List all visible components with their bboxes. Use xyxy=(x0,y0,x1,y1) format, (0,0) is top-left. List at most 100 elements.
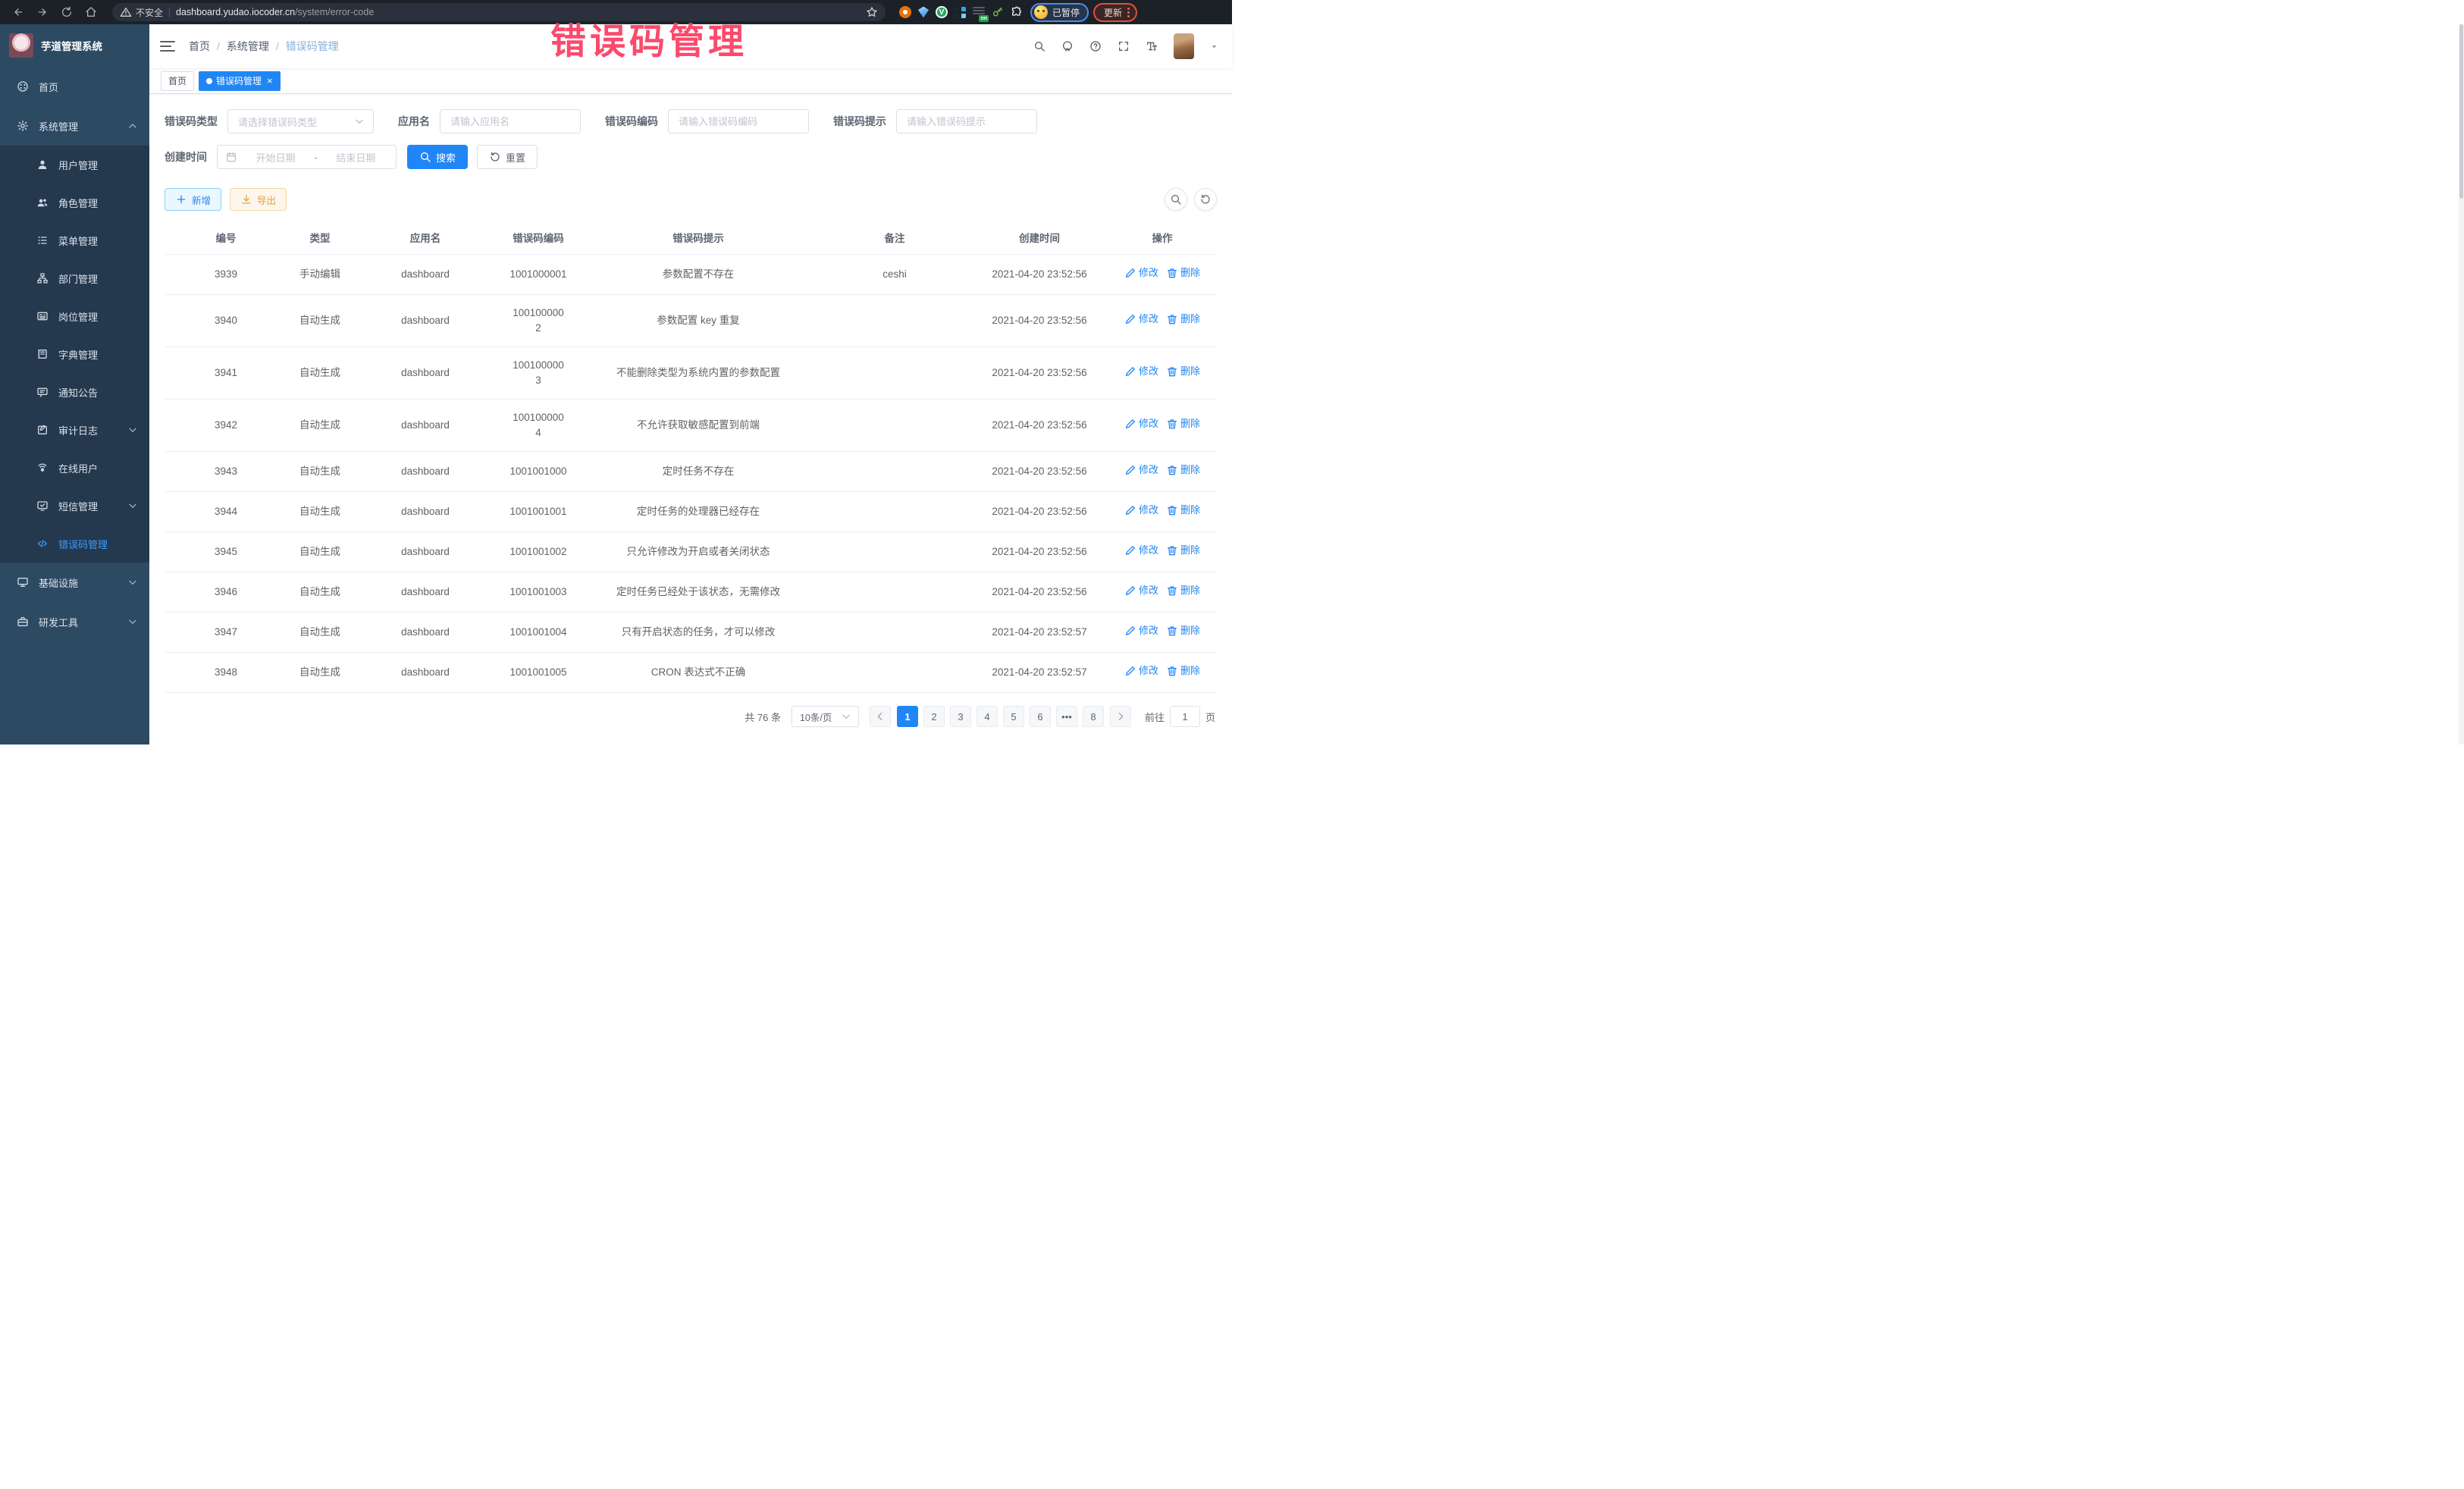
extension-list-icon[interactable]: on xyxy=(973,7,985,17)
page-button-3[interactable]: 3 xyxy=(950,706,971,727)
sidebar-item-12[interactable]: 错误码管理 xyxy=(0,525,149,563)
edit-link[interactable]: 修改 xyxy=(1124,663,1158,679)
next-page-button[interactable] xyxy=(1110,706,1131,727)
sidebar-item-7[interactable]: 字典管理 xyxy=(0,335,149,373)
delete-link[interactable]: 删除 xyxy=(1166,623,1200,638)
delete-link[interactable]: 删除 xyxy=(1166,543,1200,558)
prev-page-button[interactable] xyxy=(870,706,891,727)
sidebar-item-8[interactable]: 通知公告 xyxy=(0,373,149,411)
show-search-button[interactable] xyxy=(1165,188,1187,211)
date-range-picker[interactable]: 开始日期 - 结束日期 xyxy=(217,145,397,169)
back-icon[interactable] xyxy=(12,6,24,18)
delete-link[interactable]: 删除 xyxy=(1166,663,1200,679)
address-bar[interactable]: 不安全 dashboard.yudao.iocoder.cn/system/er… xyxy=(112,3,886,21)
sidebar-item-label: 基础设施 xyxy=(39,575,116,590)
page-button-8[interactable]: 8 xyxy=(1083,706,1104,727)
cell-id: 3947 xyxy=(165,613,287,653)
edit-link[interactable]: 修改 xyxy=(1124,623,1158,638)
end-date-placeholder: 结束日期 xyxy=(324,150,388,165)
user-menu-caret-icon[interactable] xyxy=(1210,42,1218,51)
browser-update-button[interactable]: 更新 xyxy=(1093,3,1137,22)
extension-v-icon[interactable]: V xyxy=(936,6,948,18)
page-scrollbar[interactable] xyxy=(2459,24,2464,744)
scrollbar-thumb[interactable] xyxy=(2459,24,2463,199)
home-icon[interactable] xyxy=(85,6,97,18)
sidebar-item-3[interactable]: 角色管理 xyxy=(0,183,149,221)
sidebar-item-6[interactable]: 岗位管理 xyxy=(0,297,149,335)
forward-icon[interactable] xyxy=(36,6,49,18)
font-size-icon[interactable] xyxy=(1146,40,1158,52)
search-icon[interactable] xyxy=(1033,40,1045,52)
extension-key-icon[interactable] xyxy=(992,6,1004,18)
tab-error-code[interactable]: 错误码管理 × xyxy=(199,71,281,91)
delete-link[interactable]: 删除 xyxy=(1166,583,1200,598)
filter-row-2: 创建时间 开始日期 - 结束日期 搜索 重置 xyxy=(165,145,1217,169)
breadcrumb-home[interactable]: 首页 xyxy=(189,39,210,54)
reset-button[interactable]: 重置 xyxy=(477,145,538,169)
extension-grid-icon[interactable] xyxy=(955,7,966,18)
sidebar-item-4[interactable]: 菜单管理 xyxy=(0,221,149,259)
edit-link[interactable]: 修改 xyxy=(1124,312,1158,327)
app-name-input[interactable] xyxy=(440,109,581,133)
delete-link[interactable]: 删除 xyxy=(1166,364,1200,379)
page-button-6[interactable]: 6 xyxy=(1030,706,1051,727)
sidebar-item-10[interactable]: 在线用户 xyxy=(0,449,149,487)
delete-link[interactable]: 删除 xyxy=(1166,503,1200,518)
cell-code: 1001001000 xyxy=(498,452,578,492)
profile-paused-badge[interactable]: 已暂停 xyxy=(1030,3,1089,22)
sidebar-item-11[interactable]: 短信管理 xyxy=(0,487,149,525)
sidebar-item-9[interactable]: 审计日志 xyxy=(0,411,149,449)
edit-link[interactable]: 修改 xyxy=(1124,364,1158,379)
sidebar-toggle-icon[interactable] xyxy=(160,38,175,55)
extension-gem-icon[interactable] xyxy=(918,7,929,18)
page-button-4[interactable]: 4 xyxy=(977,706,998,727)
search-button[interactable]: 搜索 xyxy=(407,145,468,169)
close-tab-icon[interactable]: × xyxy=(267,76,273,86)
page-button-2[interactable]: 2 xyxy=(923,706,945,727)
edit-link[interactable]: 修改 xyxy=(1124,462,1158,478)
github-icon[interactable] xyxy=(1061,40,1074,52)
app-logo[interactable]: 芋道管理系统 xyxy=(0,24,149,67)
sidebar-item-5[interactable]: 部门管理 xyxy=(0,259,149,297)
error-code-input[interactable] xyxy=(668,109,809,133)
error-code-type-select[interactable]: 请选择错误码类型 xyxy=(227,109,374,133)
cell-id: 3939 xyxy=(165,255,287,295)
goto-page-input[interactable] xyxy=(1170,706,1200,727)
refresh-table-button[interactable] xyxy=(1194,188,1217,211)
fullscreen-icon[interactable] xyxy=(1118,40,1130,52)
export-button[interactable]: 导出 xyxy=(230,188,287,211)
sidebar-item-1[interactable]: 系统管理 xyxy=(0,106,149,146)
page-ellipsis[interactable]: ••• xyxy=(1056,706,1077,727)
edit-link[interactable]: 修改 xyxy=(1124,543,1158,558)
sidebar-item-13[interactable]: 基础设施 xyxy=(0,563,149,602)
error-msg-input[interactable] xyxy=(896,109,1037,133)
table-row: 3940自动生成dashboard1001000002参数配置 key 重复20… xyxy=(165,295,1217,347)
delete-link[interactable]: 删除 xyxy=(1166,265,1200,281)
page-button-5[interactable]: 5 xyxy=(1003,706,1024,727)
user-avatar[interactable] xyxy=(1174,33,1194,59)
help-icon[interactable] xyxy=(1089,40,1102,52)
cell-code: 1001001003 xyxy=(498,572,578,613)
extension-target-icon[interactable] xyxy=(899,6,911,18)
filter-label-code: 错误码编码 xyxy=(605,114,658,129)
add-button[interactable]: 新增 xyxy=(165,188,221,211)
edit-link[interactable]: 修改 xyxy=(1124,416,1158,431)
edit-link[interactable]: 修改 xyxy=(1124,583,1158,598)
delete-link[interactable]: 删除 xyxy=(1166,312,1200,327)
sidebar-item-14[interactable]: 研发工具 xyxy=(0,602,149,641)
edit-link[interactable]: 修改 xyxy=(1124,503,1158,518)
breadcrumb-system[interactable]: 系统管理 xyxy=(227,39,269,54)
bookmark-star-icon[interactable] xyxy=(866,6,878,18)
security-badge[interactable]: 不安全 xyxy=(120,6,163,19)
edit-link[interactable]: 修改 xyxy=(1124,265,1158,281)
tab-home[interactable]: 首页 xyxy=(161,71,194,91)
delete-link[interactable]: 删除 xyxy=(1166,462,1200,478)
extensions-puzzle-icon[interactable] xyxy=(1011,6,1023,18)
sidebar-item-0[interactable]: 首页 xyxy=(0,67,149,106)
delete-link[interactable]: 删除 xyxy=(1166,416,1200,431)
page-size-select[interactable]: 10条/页 xyxy=(792,706,859,727)
sidebar-item-2[interactable]: 用户管理 xyxy=(0,146,149,183)
browser-menu-icon[interactable] xyxy=(1127,8,1130,17)
page-button-1[interactable]: 1 xyxy=(897,706,918,727)
reload-icon[interactable] xyxy=(61,6,73,18)
